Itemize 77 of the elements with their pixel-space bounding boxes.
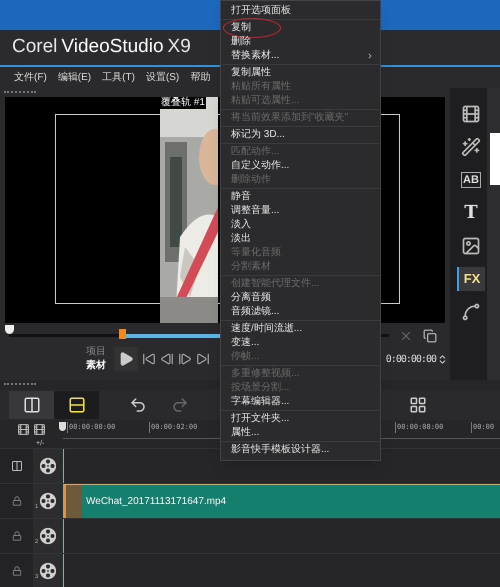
context-menu-item[interactable]: 标记为 3D... bbox=[221, 128, 380, 142]
context-menu-item[interactable]: 打开选项面板 bbox=[221, 4, 380, 18]
video-track-icon bbox=[39, 457, 57, 475]
highlight-circle bbox=[223, 18, 281, 38]
track-manager-icon[interactable] bbox=[17, 423, 30, 436]
magic-wand-icon[interactable] bbox=[461, 137, 481, 157]
context-menu-item[interactable]: 淡出 bbox=[221, 232, 380, 246]
storyboard-view-button[interactable] bbox=[9, 391, 54, 419]
lock-icon[interactable] bbox=[12, 566, 22, 576]
grip-handle[interactable] bbox=[4, 383, 36, 386]
context-menu-item[interactable]: 变速... bbox=[221, 336, 380, 350]
playhead-handle[interactable] bbox=[59, 422, 66, 431]
delete-icon[interactable] bbox=[399, 329, 413, 343]
copy-icon[interactable] bbox=[423, 329, 437, 343]
context-menu-item[interactable]: 替换素材... bbox=[221, 49, 380, 63]
context-menu-item[interactable]: 字幕编辑器... bbox=[221, 395, 380, 409]
lock-icon[interactable] bbox=[12, 496, 22, 506]
storyboard-icon bbox=[22, 396, 40, 414]
track-label: 覆叠轨 #1 bbox=[160, 97, 206, 109]
context-menu-item[interactable]: 属性... bbox=[221, 426, 380, 440]
home-icon[interactable] bbox=[142, 352, 156, 366]
redo-icon[interactable] bbox=[171, 396, 189, 414]
thumbnail bbox=[490, 133, 500, 185]
context-menu-item[interactable]: 速度/时间流逝... bbox=[221, 322, 380, 336]
timeline-view-button[interactable] bbox=[54, 391, 99, 419]
transition-tab[interactable]: AB bbox=[461, 172, 481, 188]
timecode[interactable]: 0:00:00:00 bbox=[386, 352, 436, 366]
undo-icon[interactable] bbox=[129, 396, 147, 414]
context-menu-item[interactable]: 删除 bbox=[221, 35, 380, 49]
grip-handle[interactable] bbox=[4, 91, 36, 94]
context-menu-item[interactable]: 淡入 bbox=[221, 218, 380, 232]
library-tab[interactable]: AB bbox=[457, 168, 485, 192]
scrubber-handle[interactable] bbox=[5, 325, 14, 334]
next-frame-icon[interactable] bbox=[178, 352, 192, 366]
play-mode-option[interactable]: 项目 bbox=[86, 345, 106, 359]
menu-item[interactable]: 帮助 bbox=[190, 70, 210, 85]
overlay-track-icon bbox=[39, 562, 57, 580]
trim-marker[interactable] bbox=[119, 329, 126, 339]
timeline-icon bbox=[68, 396, 86, 414]
clip-name: WeChat_20171113171647.mp4 bbox=[86, 494, 226, 508]
play-mode-option[interactable]: 素材 bbox=[86, 359, 106, 373]
filter-tab[interactable]: FX bbox=[464, 270, 480, 288]
app-name: VideoStudio bbox=[61, 35, 164, 60]
context-menu-item[interactable]: 打开文件夹... bbox=[221, 412, 380, 426]
context-menu-item[interactable]: 调整音量... bbox=[221, 204, 380, 218]
play-icon bbox=[118, 351, 134, 367]
track-mode-icon[interactable] bbox=[10, 460, 22, 472]
title-tab[interactable]: T bbox=[464, 203, 478, 223]
overlay-track-icon bbox=[39, 492, 57, 510]
media-icon[interactable] bbox=[461, 104, 481, 124]
clip-thumbnail bbox=[64, 484, 82, 518]
menu-item[interactable]: 编辑(E) bbox=[58, 70, 92, 85]
path-icon[interactable] bbox=[461, 302, 481, 322]
context-menu-item[interactable]: 复制属性 bbox=[221, 66, 380, 80]
library-tab[interactable]: FX bbox=[457, 267, 485, 291]
end-icon[interactable] bbox=[196, 352, 210, 366]
video-clip[interactable]: WeChat_20171113171647.mp4 bbox=[64, 484, 500, 518]
chapter-icon[interactable] bbox=[33, 423, 46, 436]
overlay-track-icon bbox=[39, 527, 57, 545]
spin-icon[interactable] bbox=[437, 354, 448, 364]
context-menu-item[interactable]: 影音快手模板设计器... bbox=[221, 443, 380, 457]
menu-item[interactable]: 设置(S) bbox=[146, 70, 180, 85]
play-button[interactable] bbox=[114, 347, 138, 371]
app-brand: Corel bbox=[12, 35, 58, 60]
library-tab[interactable]: T bbox=[457, 201, 485, 225]
context-menu-item[interactable]: 静音 bbox=[221, 190, 380, 204]
previous-frame-icon[interactable] bbox=[160, 352, 174, 366]
menu-item[interactable]: 工具(T) bbox=[102, 70, 135, 85]
app-version: X9 bbox=[168, 35, 191, 60]
graphic-icon[interactable] bbox=[461, 236, 481, 256]
context-menu-item[interactable]: 音频滤镜... bbox=[221, 305, 380, 319]
context-menu-item[interactable]: 分离音频 bbox=[221, 291, 380, 305]
context-menu-item[interactable]: 复制 bbox=[221, 21, 380, 35]
context-menu-item[interactable]: 自定义动作... bbox=[221, 159, 380, 173]
menu-item[interactable]: 文件(F) bbox=[14, 70, 47, 85]
grid-icon[interactable] bbox=[409, 396, 427, 414]
lock-icon[interactable] bbox=[12, 531, 22, 541]
